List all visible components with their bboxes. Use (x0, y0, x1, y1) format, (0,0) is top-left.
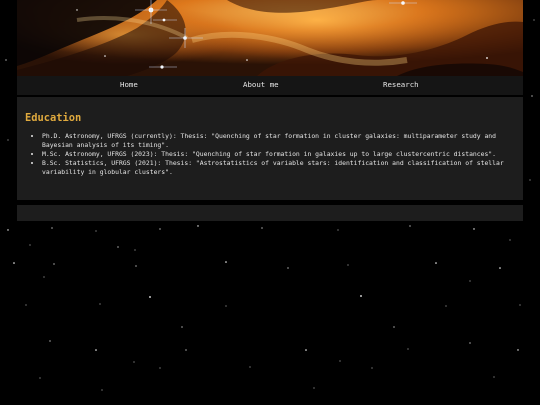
nav-home-link[interactable]: Home (120, 80, 138, 89)
nav-about-me-link[interactable]: About me (243, 80, 279, 89)
top-navigation: Home About me Research (17, 76, 523, 95)
education-section: Education Ph.D. Astronomy, UFRGS (curren… (17, 97, 523, 200)
education-item-bsc: B.Sc. Statistics, UFRGS (2021): Thesis: … (42, 159, 508, 177)
nebula-image (17, 0, 523, 76)
page: Home About me Research Education Ph.D. A… (0, 0, 540, 405)
education-heading: Education (25, 112, 82, 124)
header-nebula-banner (17, 0, 523, 76)
nav-research-link[interactable]: Research (383, 80, 419, 89)
education-item-msc: M.Sc. Astronomy, UFRGS (2023): Thesis: "… (42, 150, 508, 159)
footer-bar (17, 205, 523, 221)
education-list: Ph.D. Astronomy, UFRGS (currently): Thes… (17, 132, 508, 177)
education-item-phd: Ph.D. Astronomy, UFRGS (currently): Thes… (42, 132, 508, 150)
